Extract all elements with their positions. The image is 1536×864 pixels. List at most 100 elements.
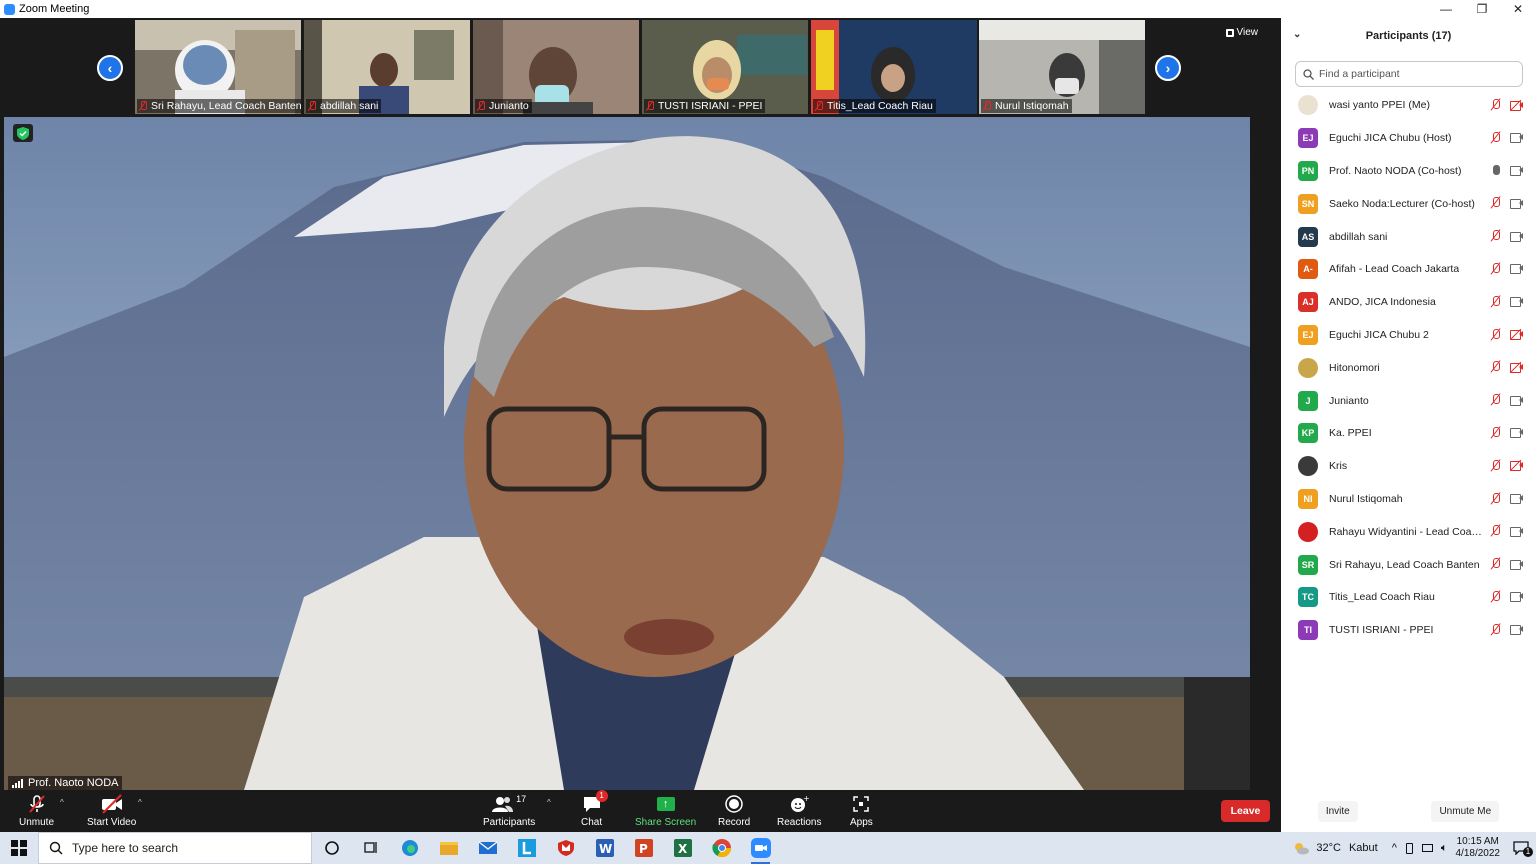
participant-row[interactable]: J Junianto: [1281, 384, 1536, 417]
unmute-me-button[interactable]: Unmute Me: [1431, 800, 1500, 822]
mic-muted-icon: [27, 794, 47, 814]
reactions-button[interactable]: + Reactions: [777, 794, 821, 828]
encryption-shield-icon[interactable]: [13, 124, 33, 142]
video-icon: [1510, 165, 1524, 177]
participant-row[interactable]: KP Ka. PPEI: [1281, 417, 1536, 450]
participants-options-caret[interactable]: ^: [547, 798, 551, 807]
taskbar-app-file-explorer[interactable]: [429, 832, 468, 864]
participant-row[interactable]: EJ Eguchi JICA Chubu 2: [1281, 319, 1536, 352]
participant-status-icons: [1490, 229, 1524, 242]
taskbar-app-l[interactable]: [507, 832, 546, 864]
taskbar-app-mcafee[interactable]: [546, 832, 585, 864]
powerpoint-icon: P: [634, 839, 653, 857]
participant-row[interactable]: wasi yanto PPEI (Me): [1281, 89, 1536, 122]
participant-row[interactable]: NI Nurul Istiqomah: [1281, 483, 1536, 516]
participant-row[interactable]: Hitonomori: [1281, 351, 1536, 384]
folder-icon: [439, 842, 458, 855]
invite-button[interactable]: Invite: [1317, 800, 1358, 822]
windows-taskbar: Type here to search W P X 32°C Kabut ^ 🔈…: [0, 832, 1536, 864]
apps-button[interactable]: Apps: [850, 794, 873, 828]
participants-panel-title: Participants (17): [1365, 30, 1452, 42]
video-thumbnail[interactable]: Junianto: [473, 20, 639, 114]
restore-button[interactable]: ❐: [1464, 0, 1500, 18]
taskbar-app-edge[interactable]: [390, 832, 429, 864]
participant-row[interactable]: Rahayu Widyantini - Lead Coach...: [1281, 515, 1536, 548]
taskbar-app-zoom[interactable]: [741, 832, 780, 864]
chat-button[interactable]: 1 Chat: [581, 790, 608, 828]
participant-status-icons: [1490, 459, 1524, 472]
network-icon[interactable]: [1421, 844, 1433, 852]
participant-row[interactable]: A- Afifah - Lead Coach Jakarta: [1281, 253, 1536, 286]
participant-row[interactable]: TC Titis_Lead Coach Riau: [1281, 581, 1536, 614]
taskbar-app-powerpoint[interactable]: P: [624, 832, 663, 864]
battery-icon[interactable]: [1405, 842, 1413, 854]
share-screen-button[interactable]: ↑ Share Screen: [635, 794, 696, 828]
participants-button[interactable]: 17 Participants: [483, 794, 535, 828]
participant-row[interactable]: TI TUSTI ISRIANI - PPEI: [1281, 614, 1536, 647]
gallery-next-button[interactable]: ›: [1155, 55, 1181, 81]
view-button[interactable]: View: [1225, 27, 1258, 38]
participant-row[interactable]: AJ ANDO, JICA Indonesia: [1281, 286, 1536, 319]
participant-search-input[interactable]: Find a participant: [1295, 61, 1523, 87]
taskbar-app-excel[interactable]: X: [663, 832, 702, 864]
video-thumbnail[interactable]: Nurul Istiqomah: [979, 20, 1145, 114]
mic-muted-icon: [646, 101, 654, 111]
taskbar-app-chrome[interactable]: [702, 832, 741, 864]
task-view-button[interactable]: [351, 832, 390, 864]
mic-muted-icon: [477, 101, 485, 111]
participant-row[interactable]: AS abdillah sani: [1281, 220, 1536, 253]
participant-name: Ka. PPEI: [1329, 427, 1372, 440]
weather-temp[interactable]: 32°C: [1316, 842, 1341, 854]
unmute-button[interactable]: Unmute: [19, 794, 54, 828]
start-button[interactable]: [0, 832, 38, 864]
record-button[interactable]: Record: [718, 794, 750, 828]
video-icon: [1510, 395, 1524, 406]
cortana-button[interactable]: [312, 832, 351, 864]
notification-center-button[interactable]: 1: [1506, 841, 1536, 857]
video-thumbnail[interactable]: abdillah sani: [304, 20, 470, 114]
participant-avatar: TC: [1298, 587, 1318, 608]
taskbar-app-word[interactable]: W: [585, 832, 624, 864]
participant-row[interactable]: SR Sri Rahayu, Lead Coach Banten: [1281, 548, 1536, 581]
window-titlebar: Zoom Meeting — ❐ ✕: [0, 0, 1536, 18]
video-thumbnail[interactable]: TUSTI ISRIANI - PPEI: [642, 20, 808, 114]
minimize-button[interactable]: —: [1428, 0, 1464, 18]
video-thumbnail[interactable]: Titis_Lead Coach Riau: [811, 20, 977, 114]
start-video-button[interactable]: Start Video: [87, 794, 136, 828]
participant-row[interactable]: Kris: [1281, 450, 1536, 483]
mic-muted-icon: [1490, 459, 1502, 472]
volume-icon[interactable]: 🔈︎: [1441, 842, 1448, 855]
svg-text:X: X: [678, 842, 688, 856]
taskbar-clock[interactable]: 10:15 AM 4/18/2022: [1456, 836, 1501, 860]
video-options-caret[interactable]: ^: [138, 798, 142, 807]
participant-row[interactable]: EJ Eguchi JICA Chubu (Host): [1281, 122, 1536, 155]
leave-button[interactable]: Leave: [1221, 800, 1270, 822]
gallery-prev-button[interactable]: ‹: [97, 55, 123, 81]
video-thumbnail[interactable]: Sri Rahayu, Lead Coach Banten: [135, 20, 301, 114]
grid-icon: [1225, 28, 1234, 37]
search-icon: [49, 841, 63, 855]
taskbar-app-mail[interactable]: [468, 832, 507, 864]
taskbar-search-box[interactable]: Type here to search: [38, 832, 312, 864]
speaker-name-label: Prof. Naoto NODA: [8, 776, 123, 790]
active-speaker-video[interactable]: Prof. Naoto NODA: [4, 117, 1250, 790]
tray-overflow-chevron-icon[interactable]: ^: [1392, 842, 1397, 854]
signal-bars-icon: [12, 778, 23, 788]
cortana-circle-icon: [324, 841, 339, 855]
participant-name: Rahayu Widyantini - Lead Coach...: [1329, 525, 1487, 538]
participant-status-icons: [1490, 393, 1524, 406]
thumbnail-name-label: Nurul Istiqomah: [981, 99, 1072, 113]
close-button[interactable]: ✕: [1500, 0, 1536, 18]
participant-name: Eguchi JICA Chubu (Host): [1329, 132, 1452, 145]
participant-row[interactable]: SN Saeko Noda:Lecturer (Co-host): [1281, 187, 1536, 220]
collapse-chevron-icon[interactable]: ⌄: [1293, 29, 1301, 40]
weather-text[interactable]: Kabut: [1349, 842, 1378, 854]
video-off-icon: [1509, 99, 1524, 111]
participant-avatar: KP: [1298, 423, 1318, 444]
task-view-icon: [363, 842, 377, 853]
participant-row[interactable]: PN Prof. Naoto NODA (Co-host): [1281, 155, 1536, 188]
audio-options-caret[interactable]: ^: [60, 798, 64, 807]
participant-status-icons: [1490, 262, 1524, 275]
participants-panel-footer: Invite Unmute Me: [1281, 790, 1536, 832]
video-off-icon: [1509, 328, 1524, 341]
